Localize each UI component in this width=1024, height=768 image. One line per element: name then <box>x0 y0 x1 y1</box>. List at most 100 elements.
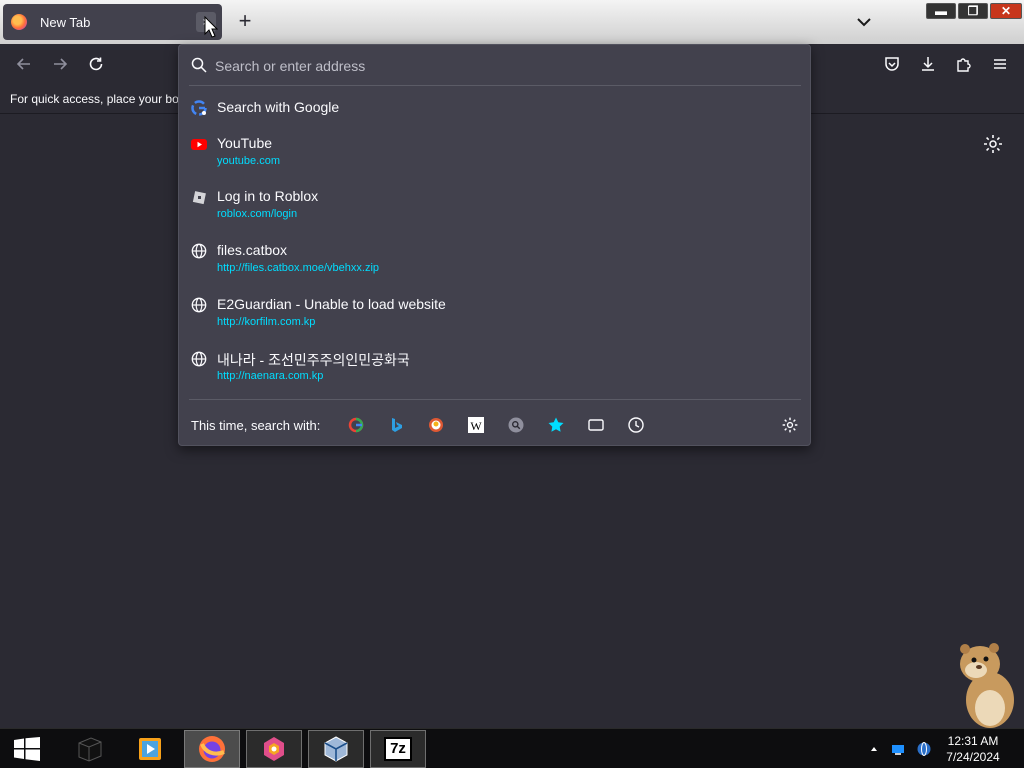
duckduckgo-icon <box>429 418 443 432</box>
address-bar-dropdown: Search with Google YouTube youtube.com L… <box>178 44 811 446</box>
black-cube-icon <box>78 737 102 762</box>
engine-bing-button[interactable] <box>386 415 406 435</box>
result-e2guardian[interactable]: E2Guardian - Unable to load website http… <box>181 290 808 336</box>
new-tab-settings-button[interactable] <box>982 133 1004 155</box>
close-window-button[interactable]: ✕ <box>990 3 1022 19</box>
result-files-catbox[interactable]: files.catbox http://files.catbox.moe/vbe… <box>181 236 808 282</box>
divider <box>189 399 801 400</box>
virtualbox-icon <box>324 736 348 762</box>
firefox-icon <box>199 736 225 762</box>
arrow-right-icon <box>54 58 68 70</box>
taskbar: 7z 12:31 AM 7/24/2024 <box>0 728 1024 768</box>
search-engine-icon <box>508 417 524 433</box>
engine-search-button[interactable] <box>506 415 526 435</box>
reload-button[interactable] <box>84 52 108 76</box>
taskbar-app-firefox[interactable] <box>184 730 240 768</box>
extensions-button[interactable] <box>952 52 976 76</box>
result-naenara[interactable]: 내나라 - 조선민주주의인민공화국 http://naenara.com.kp <box>181 344 808 390</box>
result-youtube[interactable]: YouTube youtube.com <box>181 129 808 175</box>
downloads-button[interactable] <box>916 52 940 76</box>
bookmarks-search-button[interactable] <box>546 415 566 435</box>
result-url: http://files.catbox.moe/vbehxx.zip <box>217 262 380 274</box>
taskbar-app-virtualbox[interactable] <box>308 730 364 768</box>
back-button[interactable] <box>12 52 36 76</box>
pocket-icon <box>885 57 899 71</box>
title-bar: New Tab × + ▬ ❐ ✕ <box>0 0 1024 44</box>
globe-icon <box>191 351 207 367</box>
result-roblox[interactable]: Log in to Roblox roblox.com/login <box>181 182 808 228</box>
result-url: http://korfilm.com.kp <box>217 316 316 328</box>
tabs-search-button[interactable] <box>586 415 606 435</box>
result-title: Log in to Roblox <box>217 188 319 204</box>
hamster-mascot-image <box>960 643 1014 728</box>
result-title: files.catbox <box>217 242 288 258</box>
windows-logo-icon <box>14 737 40 761</box>
wikipedia-icon: W <box>468 417 484 433</box>
result-url: youtube.com <box>217 155 280 167</box>
minimize-button[interactable]: ▬ <box>926 3 956 19</box>
bookmarks-hint-text: For quick access, place your boo <box>10 92 186 106</box>
puzzle-icon <box>957 58 971 72</box>
roblox-icon <box>192 191 206 205</box>
bing-icon <box>392 418 402 432</box>
arrow-left-icon <box>16 58 30 70</box>
google-icon <box>191 100 207 116</box>
taskbar-app-7zip[interactable]: 7z <box>370 730 426 768</box>
caret-up-icon <box>871 747 877 751</box>
reload-icon <box>89 57 103 71</box>
mouse-pointer-icon <box>204 16 218 38</box>
globe-tray-icon <box>917 742 931 756</box>
one-off-search-bar: This time, search with: W <box>179 407 810 443</box>
result-title: 내나라 - 조선민주주의인민공화국 <box>217 352 410 368</box>
youtube-icon <box>191 139 207 150</box>
restore-button[interactable]: ❐ <box>958 3 988 19</box>
result-url: http://naenara.com.kp <box>217 370 324 382</box>
taskbar-app-terminal[interactable] <box>62 730 118 768</box>
address-bar[interactable] <box>179 45 810 85</box>
address-input[interactable] <box>215 55 795 77</box>
history-search-button[interactable] <box>626 415 646 435</box>
search-settings-button[interactable] <box>780 415 800 435</box>
seven-zip-icon: 7z <box>384 737 412 761</box>
list-all-tabs-button[interactable] <box>852 10 876 34</box>
firefox-favicon-icon <box>11 14 27 30</box>
gem-app-icon <box>264 737 284 761</box>
pocket-button[interactable] <box>880 52 904 76</box>
result-title: YouTube <box>217 135 273 151</box>
history-icon <box>628 417 644 433</box>
tabs-icon <box>588 419 604 431</box>
chevron-down-icon <box>857 18 871 27</box>
start-button[interactable] <box>14 737 40 761</box>
result-title: Search with Google <box>217 99 340 115</box>
tab-new-tab[interactable]: New Tab × <box>3 4 222 40</box>
clock-time: 12:31 AM <box>947 734 999 748</box>
network-icon <box>892 745 904 755</box>
show-hidden-icons-button[interactable] <box>868 737 880 761</box>
download-icon <box>922 57 934 71</box>
tray-volume[interactable] <box>914 737 934 761</box>
tray-network[interactable] <box>888 737 908 761</box>
tab-title: New Tab <box>40 14 91 30</box>
globe-icon <box>191 243 207 259</box>
engine-google-button[interactable] <box>346 415 366 435</box>
svg-text:W: W <box>470 419 482 433</box>
engine-duckduckgo-button[interactable] <box>426 415 446 435</box>
taskbar-app-settings-gem[interactable] <box>246 730 302 768</box>
taskbar-app-media-player[interactable] <box>122 730 178 768</box>
engine-wikipedia-button[interactable]: W <box>466 415 486 435</box>
google-icon <box>348 417 364 433</box>
media-player-icon <box>139 738 161 760</box>
forward-button[interactable] <box>48 52 72 76</box>
search-with-label: This time, search with: <box>191 418 321 433</box>
clock-date: 7/24/2024 <box>946 750 1000 764</box>
result-url: roblox.com/login <box>217 208 298 220</box>
hamburger-menu-icon <box>994 59 1006 69</box>
bookmarks-star-icon <box>548 417 564 432</box>
result-title: E2Guardian - Unable to load website <box>217 296 446 312</box>
app-menu-button[interactable] <box>988 52 1012 76</box>
new-tab-button[interactable]: + <box>233 10 257 34</box>
gear-icon <box>782 417 798 433</box>
globe-icon <box>191 297 207 313</box>
taskbar-clock[interactable]: 12:31 AM 7/24/2024 <box>934 733 1012 765</box>
divider <box>189 85 801 86</box>
